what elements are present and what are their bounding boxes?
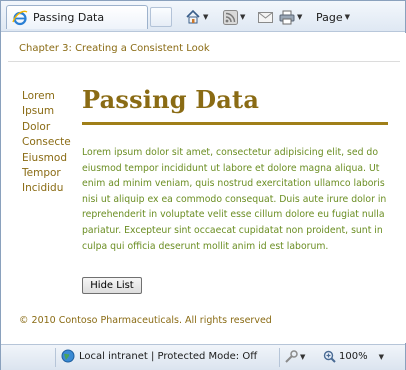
browser-toolbar: Passing Data ▼ ▼ ▼ Page ▼: [1, 1, 405, 32]
chevron-down-icon: ▼: [203, 13, 209, 21]
browser-window: Passing Data ▼ ▼ ▼ Page ▼ Chapter 3: Cre…: [0, 0, 406, 370]
chevron-down-icon: ▼: [297, 13, 303, 21]
page-menu-label: Page: [316, 10, 343, 24]
tools-icon: [285, 350, 298, 363]
chevron-down-icon: ▼: [240, 13, 246, 21]
print-button[interactable]: ▼: [279, 7, 302, 27]
chevron-down-icon: ▼: [344, 13, 351, 21]
zoom-icon: [323, 350, 336, 363]
sidebar-link[interactable]: Ipsum: [22, 104, 71, 119]
home-button[interactable]: ▼: [185, 7, 208, 27]
read-mail-button[interactable]: [258, 7, 273, 27]
security-zone-label: Local intranet | Protected Mode: Off: [79, 350, 258, 362]
footer-copyright: © 2010 Contoso Pharmaceuticals. All righ…: [19, 315, 272, 326]
browser-tab-active[interactable]: Passing Data: [6, 5, 148, 29]
chevron-down-icon: ▼: [300, 353, 306, 361]
internet-explorer-icon: [12, 10, 28, 26]
page-title: Passing Data: [82, 85, 260, 114]
sidebar-nav: Lorem Ipsum Dolor Consecte Eiusmod Tempo…: [22, 89, 71, 197]
protected-mode-tools[interactable]: ▼: [284, 350, 305, 364]
home-icon: [186, 9, 200, 24]
security-zone[interactable]: Local intranet | Protected Mode: Off: [61, 349, 257, 363]
new-tab-button[interactable]: [150, 7, 172, 27]
body-paragraph: Lorem ipsum dolor sit amet, consectetur …: [82, 147, 387, 252]
sidebar-link[interactable]: Dolor: [22, 120, 71, 135]
mail-icon: [258, 11, 273, 23]
printer-icon: [279, 10, 295, 24]
feeds-button[interactable]: ▼: [223, 7, 245, 27]
title-rule: [82, 122, 388, 125]
sidebar-link[interactable]: Incididu: [22, 181, 71, 196]
page-menu-button[interactable]: Page ▼: [316, 7, 350, 27]
tab-title: Passing Data: [33, 11, 105, 24]
page-content: Chapter 3: Creating a Consistent Look Lo…: [2, 33, 406, 343]
status-divider: [279, 348, 280, 367]
rss-feed-icon: [223, 9, 238, 25]
sidebar-link[interactable]: Consecte: [22, 135, 71, 150]
status-bar: Local intranet | Protected Mode: Off ▼ 1…: [1, 344, 405, 370]
header-divider: [8, 61, 400, 62]
status-divider: [55, 348, 56, 367]
sidebar-link[interactable]: Tempor: [22, 166, 71, 181]
hide-list-button[interactable]: Hide List: [82, 277, 142, 294]
zoom-level: 100%: [339, 351, 368, 362]
chapter-link[interactable]: Chapter 3: Creating a Consistent Look: [19, 43, 210, 54]
zoom-control[interactable]: 100% ▼: [323, 350, 384, 363]
sidebar-link[interactable]: Lorem: [22, 89, 71, 104]
chevron-down-icon: ▼: [378, 352, 384, 361]
sidebar-link[interactable]: Eiusmod: [22, 151, 71, 166]
globe-icon: [61, 349, 75, 363]
